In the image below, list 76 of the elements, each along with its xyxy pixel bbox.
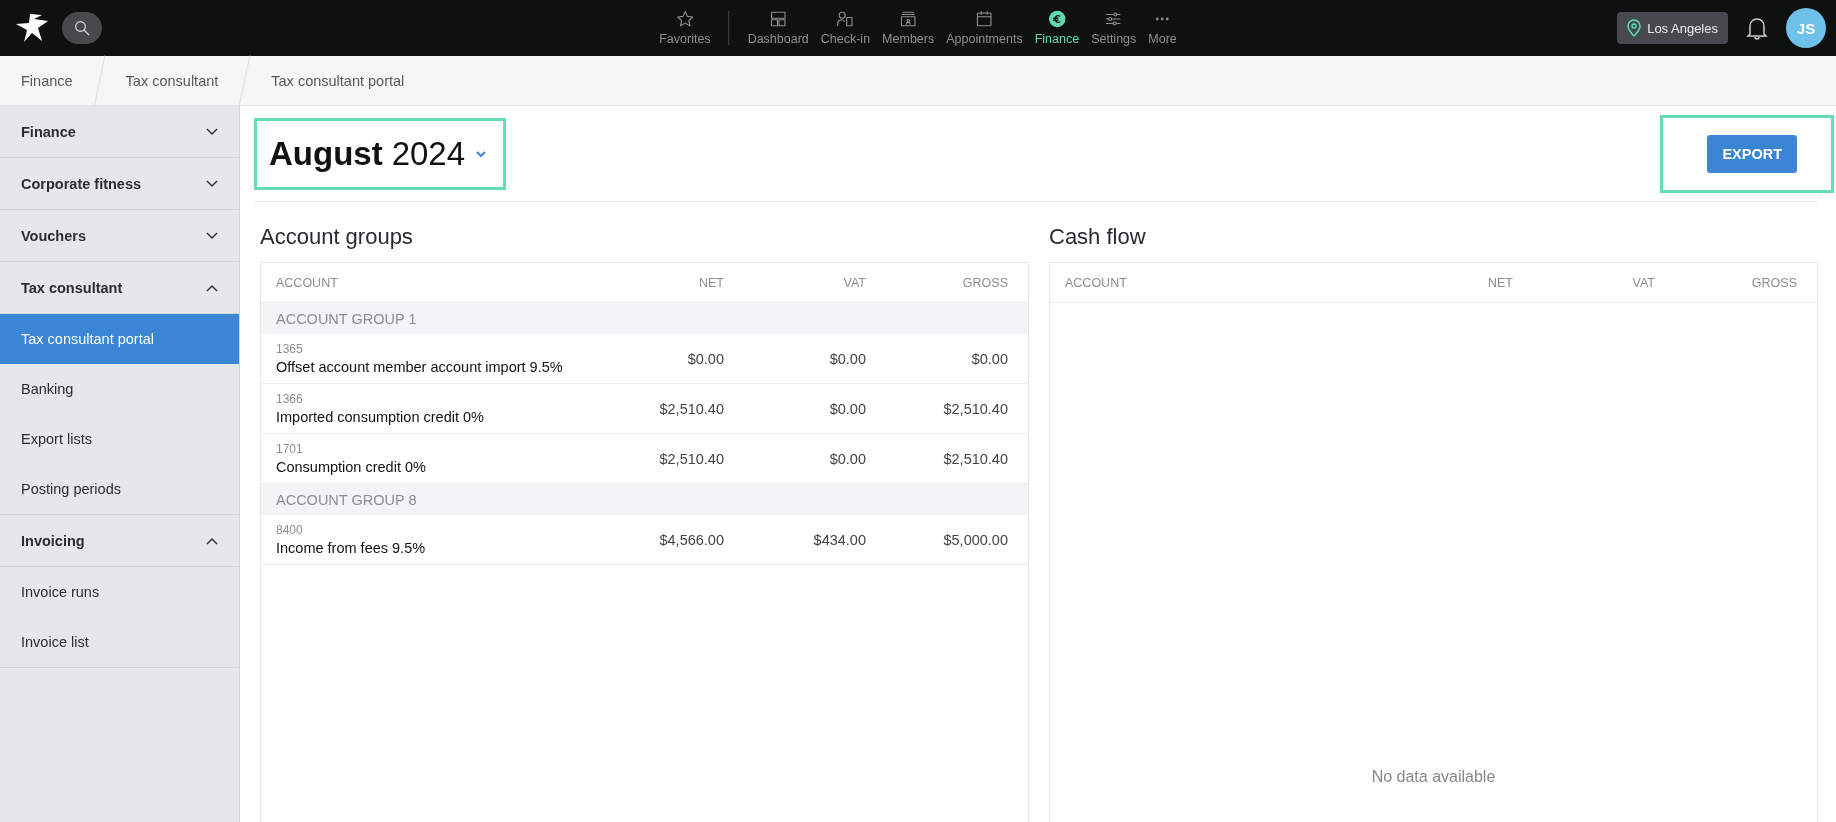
account-name: Imported consumption credit 0% bbox=[276, 409, 485, 425]
empty-message: No data available bbox=[1371, 768, 1496, 786]
column-header: NET bbox=[1487, 275, 1513, 290]
nav-tab[interactable]: Members bbox=[876, 10, 941, 46]
calendar-icon bbox=[975, 10, 994, 28]
column-header: ACCOUNT bbox=[276, 275, 339, 290]
group-label: ACCOUNT GROUP 8 bbox=[276, 491, 417, 508]
sidebar-section[interactable]: Finance bbox=[0, 106, 239, 158]
sidebar-section[interactable]: Corporate fitness bbox=[0, 158, 239, 210]
sliders-icon bbox=[1104, 10, 1123, 28]
search-button[interactable] bbox=[62, 12, 102, 44]
more-icon bbox=[1155, 17, 1170, 21]
member-cards-icon bbox=[899, 10, 918, 28]
map-pin-icon bbox=[1627, 19, 1642, 37]
sidebar-item[interactable]: Tax consultant portal bbox=[0, 314, 239, 364]
nav-tab[interactable]: Dashboard bbox=[741, 10, 815, 46]
nav-tab[interactable]: Check-in bbox=[814, 10, 877, 46]
column-header: GROSS bbox=[1750, 275, 1797, 290]
chevron-icon bbox=[206, 536, 218, 545]
sidebar-section[interactable]: Invoicing bbox=[0, 515, 239, 567]
nav-tab[interactable]: Settings bbox=[1085, 10, 1143, 46]
breadcrumb-link[interactable]: Tax consultant bbox=[125, 72, 219, 89]
sidebar-item[interactable]: Posting periods bbox=[0, 464, 239, 514]
search-icon bbox=[73, 19, 91, 37]
sidebar-item[interactable]: Export lists bbox=[0, 414, 239, 464]
table-cell-text: $434.00 bbox=[812, 531, 866, 548]
star-icon bbox=[675, 10, 694, 28]
account-number: 1701 bbox=[276, 442, 304, 456]
account-name: Consumption credit 0% bbox=[276, 459, 427, 475]
column-header: GROSS bbox=[961, 275, 1008, 290]
sidebar-item[interactable]: Invoice runs bbox=[0, 567, 239, 617]
nav-tab[interactable]: More bbox=[1142, 10, 1183, 46]
account-number: 1365 bbox=[276, 342, 304, 356]
breadcrumb-link[interactable]: Tax consultant portal bbox=[271, 72, 405, 89]
section-title: Account groups bbox=[260, 224, 414, 250]
nav-tab[interactable]: Favorites bbox=[653, 10, 717, 46]
chevron-icon bbox=[206, 231, 218, 240]
account-name: Offset account member account import 9.5% bbox=[276, 359, 564, 375]
dashboard-icon bbox=[769, 10, 788, 28]
table-cell-text: $0.00 bbox=[970, 350, 1008, 367]
chevron-down-icon bbox=[475, 149, 488, 158]
export-button[interactable]: EXPORT bbox=[1707, 134, 1797, 173]
breadcrumb-link[interactable]: Finance bbox=[21, 72, 73, 89]
account-number: 8400 bbox=[276, 523, 304, 537]
star-logo-icon bbox=[16, 12, 50, 44]
table-cell-text: $5,000.00 bbox=[942, 531, 1008, 548]
table-cell-text: $2,510.40 bbox=[658, 450, 724, 467]
chevron-icon bbox=[206, 127, 218, 136]
nav-tab[interactable]: Appointments bbox=[940, 10, 1029, 46]
account-name: Income from fees 9.5% bbox=[276, 540, 427, 556]
sidebar-section[interactable]: Vouchers bbox=[0, 210, 239, 262]
table-cell-text: $4,566.00 bbox=[658, 531, 724, 548]
sidebar-item[interactable]: Invoice list bbox=[0, 617, 239, 667]
column-header: VAT bbox=[1631, 275, 1655, 290]
person-card-icon bbox=[836, 10, 855, 28]
table-cell-text: $0.00 bbox=[686, 350, 724, 367]
column-header: VAT bbox=[842, 275, 866, 290]
account-number: 1366 bbox=[276, 392, 304, 406]
chevron-icon bbox=[206, 283, 218, 292]
section-title: Cash flow bbox=[1049, 224, 1147, 250]
table-cell-text: $2,510.40 bbox=[942, 400, 1008, 417]
table-cell-text: $2,510.40 bbox=[658, 400, 724, 417]
table-cell-text: $2,510.40 bbox=[942, 450, 1008, 467]
nav-tab[interactable]: Finance bbox=[1028, 10, 1086, 46]
table-cell-text: $0.00 bbox=[828, 450, 866, 467]
column-header: NET bbox=[698, 275, 724, 290]
chevron-icon bbox=[206, 179, 218, 188]
table-cell-text: $0.00 bbox=[828, 350, 866, 367]
location-button[interactable]: Los Angeles bbox=[1617, 12, 1728, 44]
euro-icon bbox=[1047, 10, 1066, 28]
column-header: ACCOUNT bbox=[1065, 275, 1128, 290]
table-cell-text: $0.00 bbox=[828, 400, 866, 417]
month-selector[interactable]: August 2024 bbox=[254, 117, 507, 190]
sidebar-item[interactable]: Banking bbox=[0, 364, 239, 414]
bell-icon[interactable] bbox=[1746, 16, 1768, 40]
group-label: ACCOUNT GROUP 1 bbox=[276, 310, 417, 327]
